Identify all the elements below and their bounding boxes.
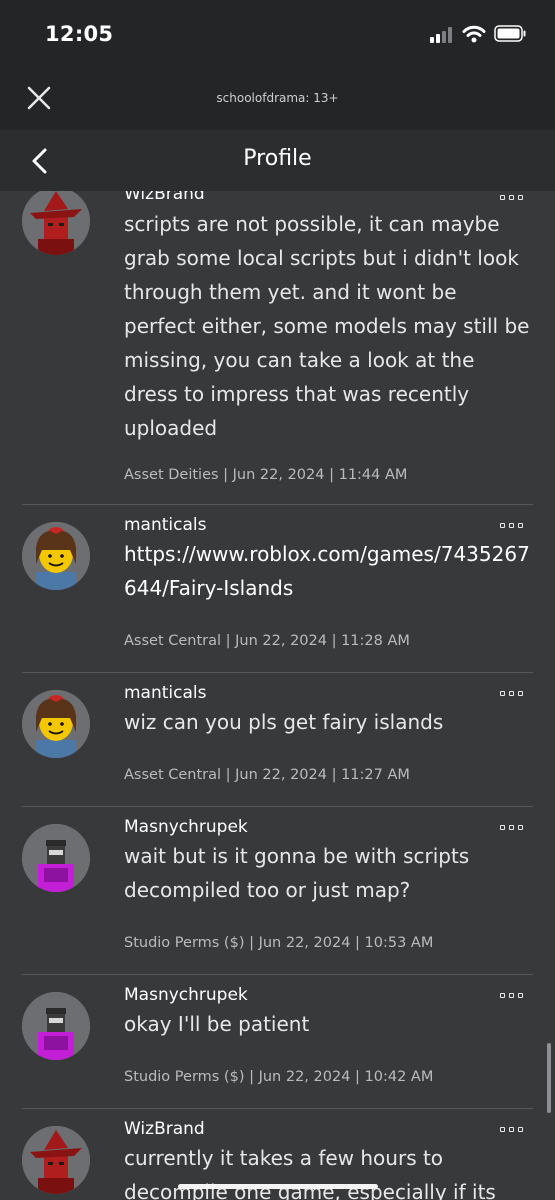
post-meta: Asset Deities | Jun 22, 2024 | 11:44 AM	[124, 467, 408, 483]
page-title: Profile	[243, 146, 312, 171]
wall-post: Masnychrupek okay I'll be patient Studio…	[0, 975, 555, 1109]
home-indicator[interactable]	[178, 1184, 378, 1189]
post-text: wiz can you pls get fairy islands	[124, 710, 444, 734]
more-options-icon[interactable]	[500, 992, 524, 1000]
author-name[interactable]: manticals	[124, 683, 207, 703]
scrollbar[interactable]	[547, 1043, 551, 1113]
avatar-image	[22, 690, 90, 758]
post-text: wait but is it gonna be with scripts dec…	[124, 844, 470, 902]
post-meta: Asset Central | Jun 22, 2024 | 11:27 AM	[124, 767, 410, 783]
avatar-image	[22, 1126, 90, 1194]
avatar-image	[22, 522, 90, 590]
author-name[interactable]: WizBrand	[124, 191, 205, 204]
wall-post: manticals wiz can you pls get fairy isla…	[0, 673, 555, 807]
status-time: 12:05	[45, 22, 114, 46]
author-name[interactable]: WizBrand	[124, 1119, 205, 1139]
more-options-icon[interactable]	[500, 194, 524, 202]
more-options-icon[interactable]	[500, 824, 524, 832]
post-meta: Asset Central | Jun 22, 2024 | 11:28 AM	[124, 633, 410, 649]
avatar-image	[22, 824, 90, 892]
more-options-icon[interactable]	[500, 1126, 524, 1134]
post-meta: Studio Perms ($) | Jun 22, 2024 | 10:42 …	[124, 1069, 434, 1085]
avatar-image	[22, 191, 90, 255]
post-text: currently it takes a few hours to decomp…	[124, 1146, 496, 1200]
wall-feed[interactable]: WizBrand scripts are not possible, it ca…	[0, 191, 555, 1200]
wifi-icon	[462, 25, 486, 43]
wall-post: WizBrand scripts are not possible, it ca…	[0, 191, 555, 505]
avatar[interactable]	[22, 191, 90, 255]
avatar[interactable]	[22, 522, 90, 590]
site-label: schoolofdrama: 13+	[216, 91, 339, 105]
author-name[interactable]: Masnychrupek	[124, 985, 248, 1005]
post-text: okay I'll be patient	[124, 1012, 310, 1036]
avatar-image	[22, 992, 90, 1060]
more-options-icon[interactable]	[500, 522, 524, 530]
battery-icon	[494, 25, 526, 42]
status-bar: 12:05	[0, 0, 555, 68]
post-text: scripts are not possible, it can maybe g…	[124, 212, 530, 440]
post-link[interactable]: https://www.roblox.com/games/7435267644/…	[124, 537, 534, 605]
post-meta: Studio Perms ($) | Jun 22, 2024 | 10:53 …	[124, 935, 434, 951]
wall-post: manticals https://www.roblox.com/games/7…	[0, 505, 555, 673]
avatar[interactable]	[22, 824, 90, 892]
author-name[interactable]: manticals	[124, 515, 207, 535]
author-name[interactable]: Masnychrupek	[124, 817, 248, 837]
avatar[interactable]	[22, 1126, 90, 1194]
cellular-signal-icon	[430, 27, 456, 43]
avatar[interactable]	[22, 992, 90, 1060]
more-options-icon[interactable]	[500, 690, 524, 698]
wall-post: Masnychrupek wait but is it gonna be wit…	[0, 807, 555, 975]
avatar[interactable]	[22, 690, 90, 758]
